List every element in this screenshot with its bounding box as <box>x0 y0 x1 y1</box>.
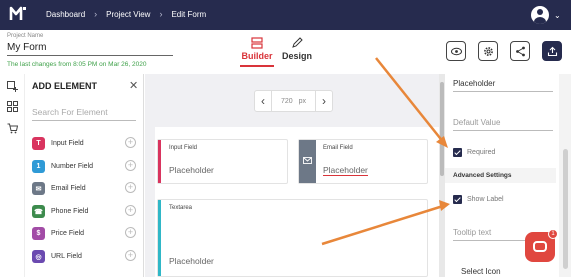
element-label: URL Field <box>51 253 82 260</box>
input-field-card[interactable]: Input Field Placeholder <box>157 139 288 184</box>
add-element-icon[interactable] <box>7 81 18 92</box>
element-url-field[interactable]: ◎ URL Field + <box>32 249 136 264</box>
chevron-left-icon[interactable]: ‹ <box>255 94 271 108</box>
breadcrumb-edit-form: Edit Form <box>171 9 207 19</box>
checkbox-checked-icon[interactable] <box>453 195 462 204</box>
project-name-label: Project Name <box>7 33 44 39</box>
add-icon[interactable]: + <box>125 250 136 261</box>
builder-icon <box>251 37 263 49</box>
dollar-icon: $ <box>32 227 45 240</box>
input-icon: T <box>32 137 45 150</box>
field-placeholder: Placeholder <box>169 256 214 266</box>
chat-bubble-icon <box>533 241 547 252</box>
chevron-right-icon: › <box>94 9 98 19</box>
notification-badge: 1 <box>548 229 558 239</box>
tab-design-label: Design <box>281 51 312 61</box>
element-email-field[interactable]: ✉ Email Field + <box>32 181 136 196</box>
add-icon[interactable]: + <box>125 160 136 171</box>
width-unit: px <box>298 97 307 105</box>
tab-design[interactable]: Design <box>280 37 314 67</box>
properties-scrollbar[interactable] <box>559 74 571 277</box>
add-icon[interactable]: + <box>125 227 136 238</box>
preview-button[interactable] <box>446 41 466 61</box>
element-search-input[interactable]: Search For Element <box>32 107 136 121</box>
email-icon: ✉ <box>32 182 45 195</box>
cart-icon[interactable] <box>7 123 18 134</box>
field-label: Textarea <box>169 205 193 211</box>
gear-icon <box>484 47 493 56</box>
panel-title: ADD ELEMENT <box>32 81 97 91</box>
last-changes-text: The last changes from 8:05 PM on Mar 26,… <box>7 61 147 68</box>
required-label: Required <box>467 149 496 156</box>
share-icon <box>516 46 525 57</box>
show-label-text: Show Label <box>467 196 504 203</box>
add-icon[interactable]: + <box>125 205 136 216</box>
field-placeholder: Placeholder <box>169 165 214 175</box>
tab-builder-label: Builder <box>241 51 273 61</box>
canvas-width-control: ‹ 720 px › <box>254 90 333 112</box>
advanced-settings-header: Advanced Settings <box>445 168 556 183</box>
element-number-field[interactable]: 1 Number Field + <box>32 159 136 174</box>
width-value[interactable]: 720 <box>281 98 293 105</box>
element-price-field[interactable]: $ Price Field + <box>32 226 136 241</box>
number-icon: 1 <box>32 160 45 173</box>
phone-icon: ☎ <box>32 205 45 218</box>
tab-builder[interactable]: Builder <box>240 37 274 67</box>
element-label: Email Field <box>51 185 86 192</box>
left-rail <box>0 74 25 277</box>
checkbox-checked-icon[interactable] <box>453 148 462 157</box>
share-button[interactable] <box>510 41 530 61</box>
email-field-card[interactable]: Email Field Placeholder <box>298 139 428 184</box>
app-logo-icon[interactable] <box>9 4 29 24</box>
publish-button[interactable] <box>542 41 562 61</box>
upload-icon <box>547 46 558 57</box>
element-input-field[interactable]: T Input Field + <box>32 136 136 151</box>
required-checkbox[interactable]: Required <box>453 148 495 157</box>
pen-icon <box>292 37 303 48</box>
element-label: Number Field <box>51 163 94 170</box>
select-icon-dropdown[interactable]: Select Icon <box>461 267 561 279</box>
field-label: Email Field <box>323 145 353 151</box>
globe-icon: ◎ <box>32 250 45 263</box>
form-area: Input Field Placeholder Email Field Plac… <box>155 127 439 277</box>
element-label: Phone Field <box>51 208 89 215</box>
breadcrumb-dashboard[interactable]: Dashboard <box>46 10 85 19</box>
breadcrumb-project-view[interactable]: Project View <box>106 10 150 19</box>
element-label: Price Field <box>51 230 85 237</box>
add-icon[interactable]: + <box>125 182 136 193</box>
project-name-input[interactable]: My Form <box>7 42 173 56</box>
breadcrumb: Dashboard › Project View › Edit Form <box>46 9 206 19</box>
show-label-checkbox[interactable]: Show Label <box>453 195 504 204</box>
email-icon <box>303 157 312 164</box>
chevron-down-icon[interactable]: ⌄ <box>554 11 561 20</box>
add-icon[interactable]: + <box>125 137 136 148</box>
top-navbar: Dashboard › Project View › Edit Form ⌄ <box>0 0 571 30</box>
default-value-input[interactable]: Default Value <box>453 118 553 131</box>
field-placeholder: Placeholder <box>323 165 368 176</box>
close-icon[interactable]: ✕ <box>129 79 138 92</box>
element-label: Input Field <box>51 140 84 147</box>
user-avatar-icon[interactable] <box>531 6 549 24</box>
eye-icon <box>451 47 462 56</box>
textarea-card[interactable]: Textarea Placeholder <box>157 199 428 277</box>
add-element-panel: ADD ELEMENT ✕ Search For Element T Input… <box>25 74 144 277</box>
element-phone-field[interactable]: ☎ Phone Field + <box>32 204 136 219</box>
placeholder-input[interactable]: Placeholder <box>453 79 553 92</box>
chevron-right-icon: › <box>159 9 163 19</box>
layout-grid-icon[interactable] <box>7 101 18 112</box>
field-label: Input Field <box>169 145 198 151</box>
chat-button[interactable]: 1 <box>525 229 558 262</box>
settings-button[interactable] <box>478 41 498 61</box>
chevron-right-icon[interactable]: › <box>316 94 332 108</box>
